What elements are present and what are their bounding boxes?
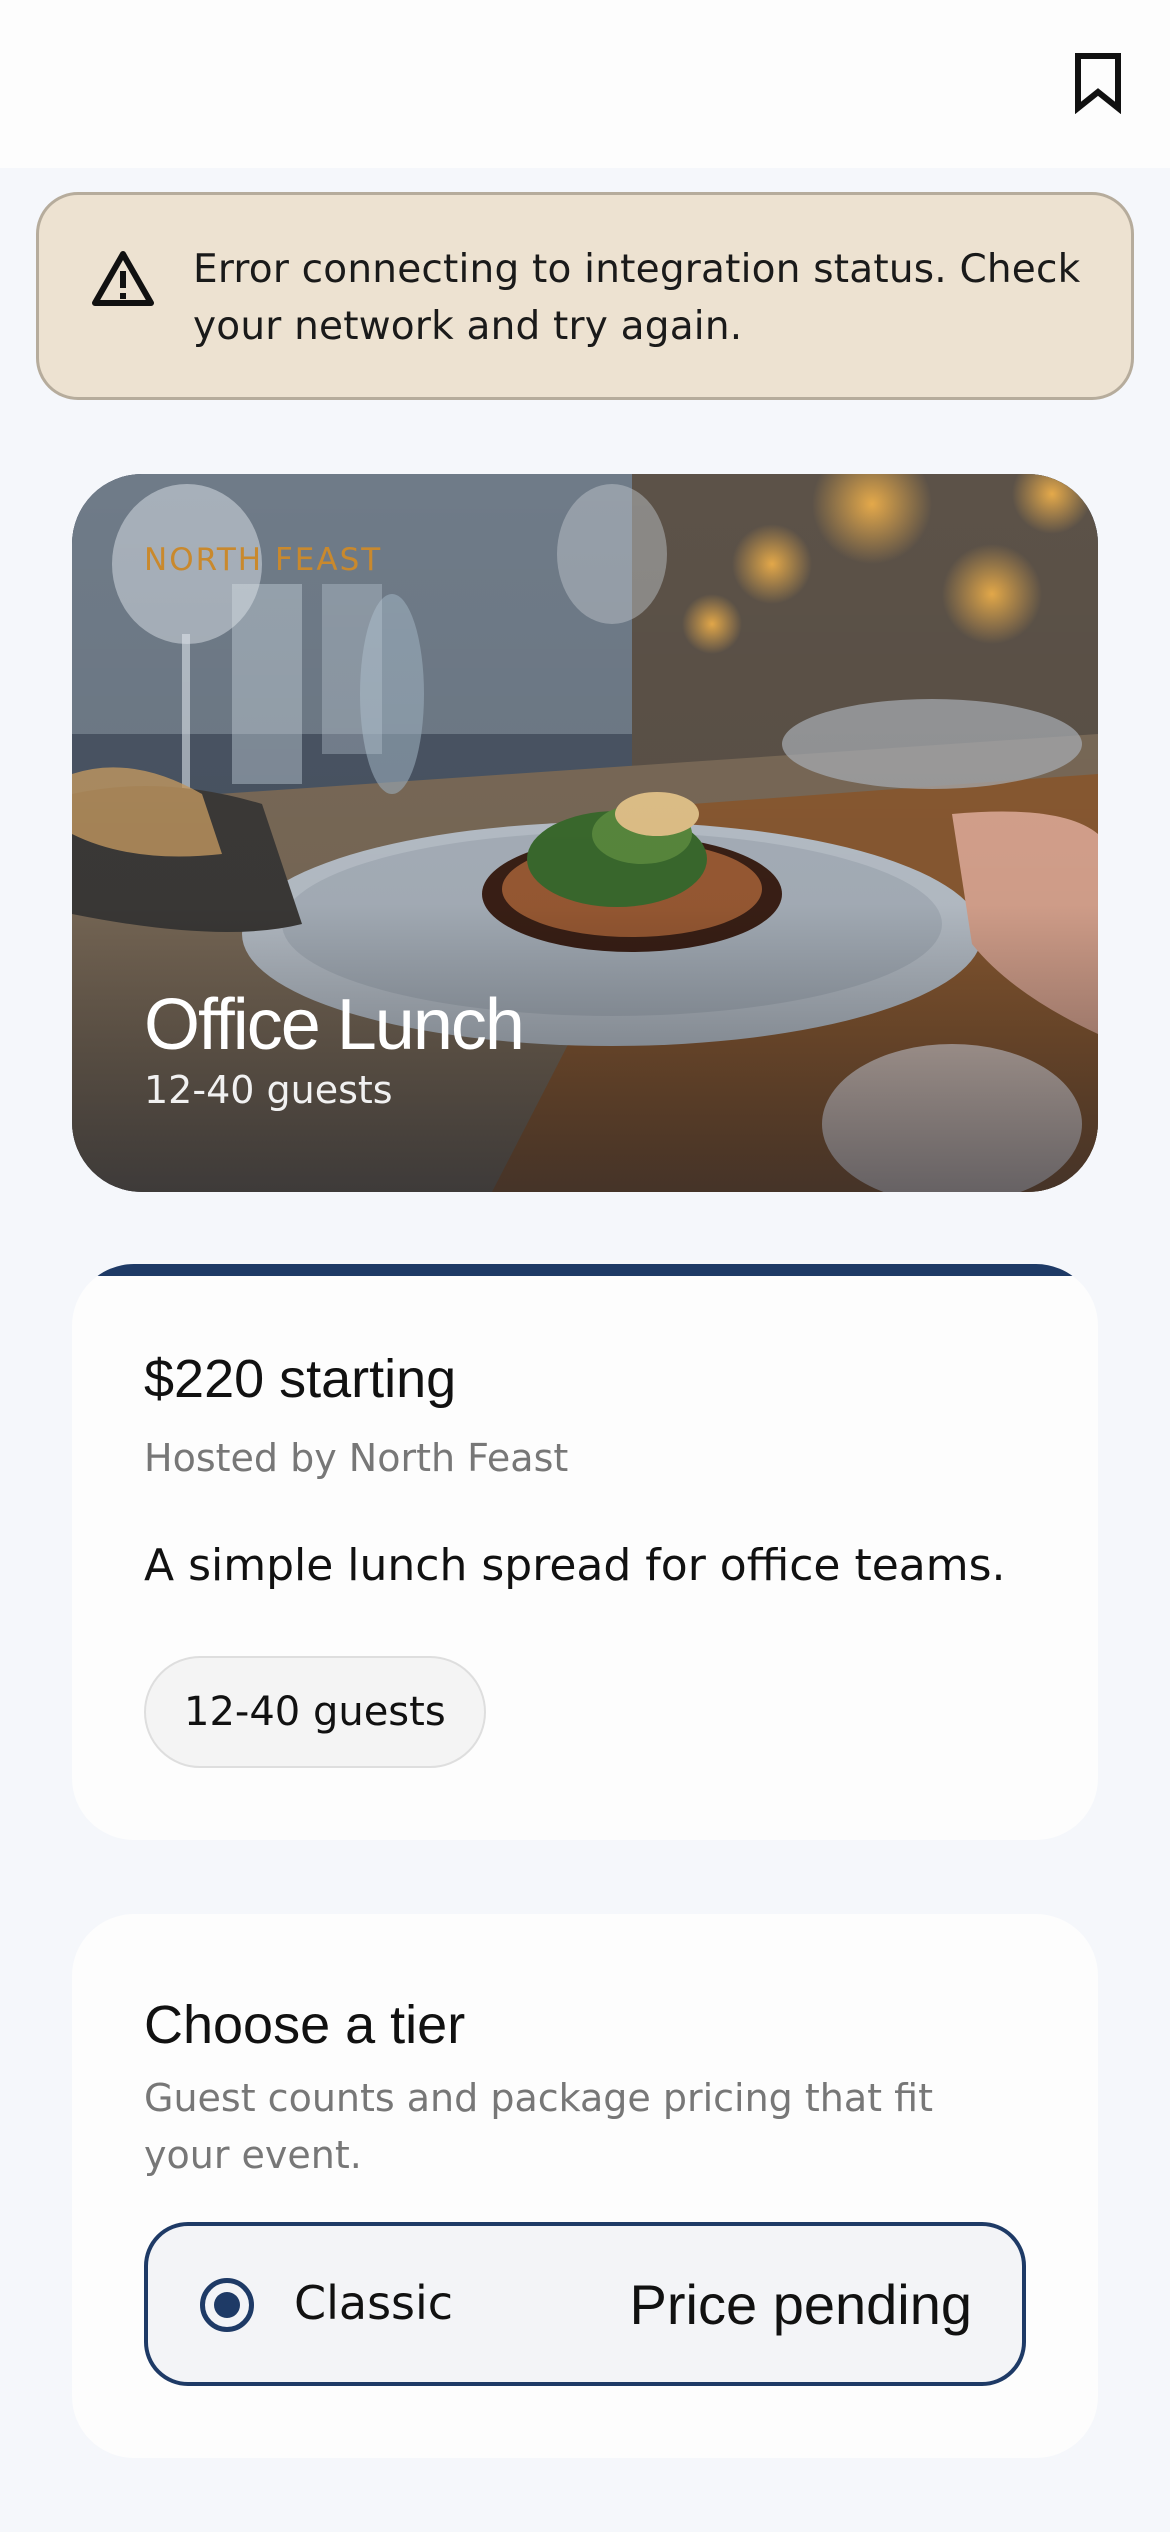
top-bar: [0, 0, 1170, 168]
guest-count-chip: 12-40 guests: [144, 1656, 486, 1768]
tier-price: Price pending: [629, 2273, 972, 2336]
hero-guest-count: 12-40 guests: [144, 1068, 393, 1112]
bookmark-icon[interactable]: [1072, 52, 1124, 114]
radio-selected-icon[interactable]: [200, 2278, 254, 2332]
details-card: $220 starting Hosted by North Feast A si…: [72, 1264, 1098, 1840]
hero-image-card[interactable]: NORTH FEAST Office Lunch 12-40 guests: [72, 474, 1098, 1192]
event-title: Office Lunch: [144, 985, 525, 1065]
host-label: Hosted by North Feast: [144, 1436, 569, 1480]
card-accent-bar: [72, 1264, 1098, 1276]
tier-section-title: Choose a tier: [144, 1995, 466, 2055]
error-alert: Error connecting to integration status. …: [36, 192, 1134, 400]
tier-card: Choose a tier Guest counts and package p…: [72, 1914, 1098, 2458]
tier-option-classic[interactable]: Classic Price pending: [144, 2222, 1026, 2386]
starting-price: $220 starting: [144, 1349, 457, 1409]
event-description: A simple lunch spread for office teams.: [144, 1540, 1006, 1591]
radio-dot: [214, 2292, 240, 2318]
restaurant-brand: NORTH FEAST: [144, 542, 383, 578]
alert-message: Error connecting to integration status. …: [193, 247, 1081, 349]
warning-icon: [92, 251, 154, 306]
tier-name: Classic: [294, 2276, 454, 2330]
tier-section-subtitle: Guest counts and package pricing that fi…: [144, 2076, 933, 2177]
